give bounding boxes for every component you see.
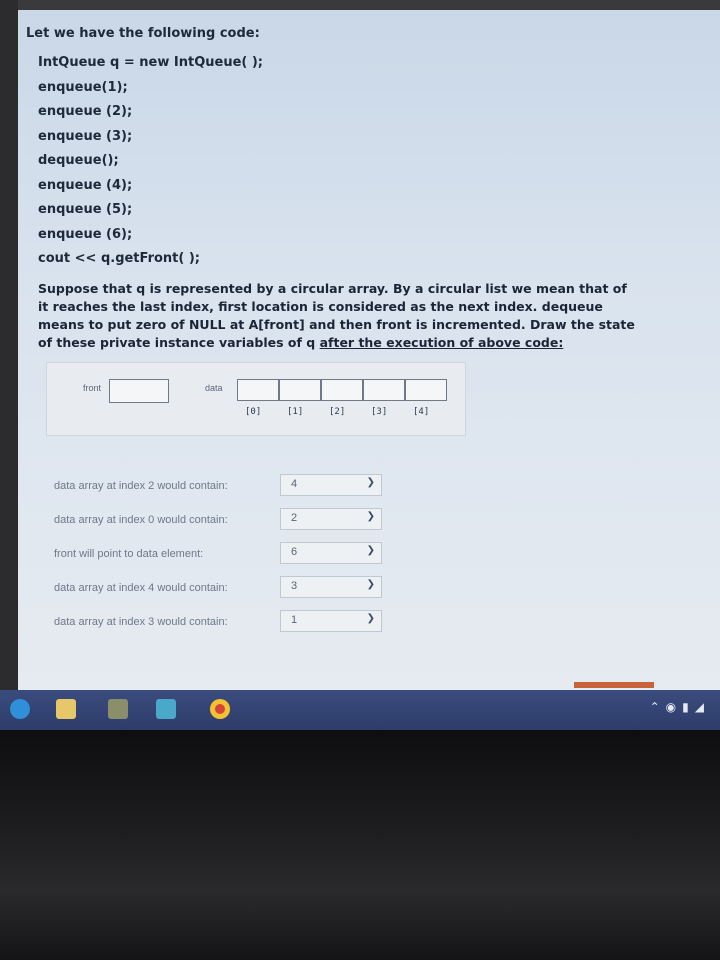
data-cell xyxy=(405,379,447,401)
answer-value: 2 xyxy=(291,512,298,524)
data-cell xyxy=(363,379,405,401)
code-line: enqueue (6); xyxy=(38,226,133,242)
chrome-icon[interactable] xyxy=(210,699,230,719)
data-label: data xyxy=(205,383,223,393)
code-line: enqueue (5); xyxy=(38,202,133,217)
index-label: [1] xyxy=(287,407,304,417)
question-description: Suppose that q is represented by a circu… xyxy=(38,280,638,352)
file-explorer-icon[interactable] xyxy=(56,699,76,719)
question-block: Let we have the following code: IntQueue… xyxy=(24,18,692,352)
index-label: [2] xyxy=(329,407,346,417)
answer-value: 6 xyxy=(291,546,298,558)
wifi-icon[interactable]: ◢ xyxy=(695,700,710,714)
queue-diagram: front data [0] [1] [2] [3] [4] xyxy=(46,362,466,436)
answer-dropdown[interactable]: 1 ❯ xyxy=(280,610,382,632)
description-underlined: after the execution of above code: xyxy=(319,334,564,350)
answer-label: data array at index 4 would contain: xyxy=(54,582,228,594)
answer-value: 4 xyxy=(291,478,298,490)
store-icon[interactable] xyxy=(108,699,128,719)
chevron-down-icon: ❯ xyxy=(366,545,375,556)
code-line: enqueue (3); xyxy=(38,128,133,144)
screen: Let we have the following code: IntQueue… xyxy=(18,10,720,690)
data-cell xyxy=(279,379,321,401)
edge-icon[interactable] xyxy=(10,699,30,719)
front-box xyxy=(109,379,169,403)
answer-label: data array at index 3 would contain: xyxy=(54,616,228,628)
code-line: enqueue (4); xyxy=(38,177,133,193)
question-title: Let we have the following code: xyxy=(26,26,260,41)
chevron-down-icon: ❯ xyxy=(366,579,375,590)
battery-icon[interactable]: ▮ xyxy=(682,700,695,714)
code-line: dequeue(); xyxy=(38,153,119,168)
data-cell xyxy=(321,379,363,401)
answer-label: front will point to data element: xyxy=(54,548,204,560)
system-tray[interactable]: ⌃◉▮◢ xyxy=(650,700,710,714)
next-page-button[interactable] xyxy=(574,682,654,688)
code-line: enqueue(1); xyxy=(38,79,128,95)
answer-dropdown[interactable]: 4 ❯ xyxy=(280,474,382,496)
data-cell xyxy=(237,379,279,401)
answer-label: data array at index 2 would contain: xyxy=(54,480,228,492)
code-line: enqueue (2); xyxy=(38,104,133,119)
code-line: cout << q.getFront( ); xyxy=(38,251,200,266)
answer-dropdown[interactable]: 3 ❯ xyxy=(280,576,382,598)
answer-value: 3 xyxy=(291,580,298,592)
chevron-down-icon: ❯ xyxy=(366,613,375,624)
index-label: [3] xyxy=(371,407,388,417)
desk-background xyxy=(0,730,720,960)
front-label: front xyxy=(83,383,102,393)
chevron-down-icon: ❯ xyxy=(366,511,375,522)
answer-dropdown[interactable]: 2 ❯ xyxy=(280,508,382,530)
code-block: IntQueue q = new IntQueue( ); enqueue(1)… xyxy=(38,51,692,272)
answer-value: 1 xyxy=(291,614,298,626)
monitor-bezel-left xyxy=(0,0,18,700)
chevron-up-icon[interactable]: ⌃ xyxy=(650,700,666,714)
network-icon[interactable]: ◉ xyxy=(666,700,682,714)
photos-icon[interactable] xyxy=(156,699,176,719)
answer-dropdown[interactable]: 6 ❯ xyxy=(280,542,382,564)
index-label: [0] xyxy=(245,407,262,417)
monitor-bezel xyxy=(0,0,720,10)
answer-label: data array at index 0 would contain: xyxy=(54,514,228,526)
taskbar: ⌃◉▮◢ xyxy=(0,690,720,730)
index-label: [4] xyxy=(413,407,430,417)
code-line: IntQueue q = new IntQueue( ); xyxy=(38,55,263,70)
chevron-down-icon: ❯ xyxy=(366,477,375,488)
